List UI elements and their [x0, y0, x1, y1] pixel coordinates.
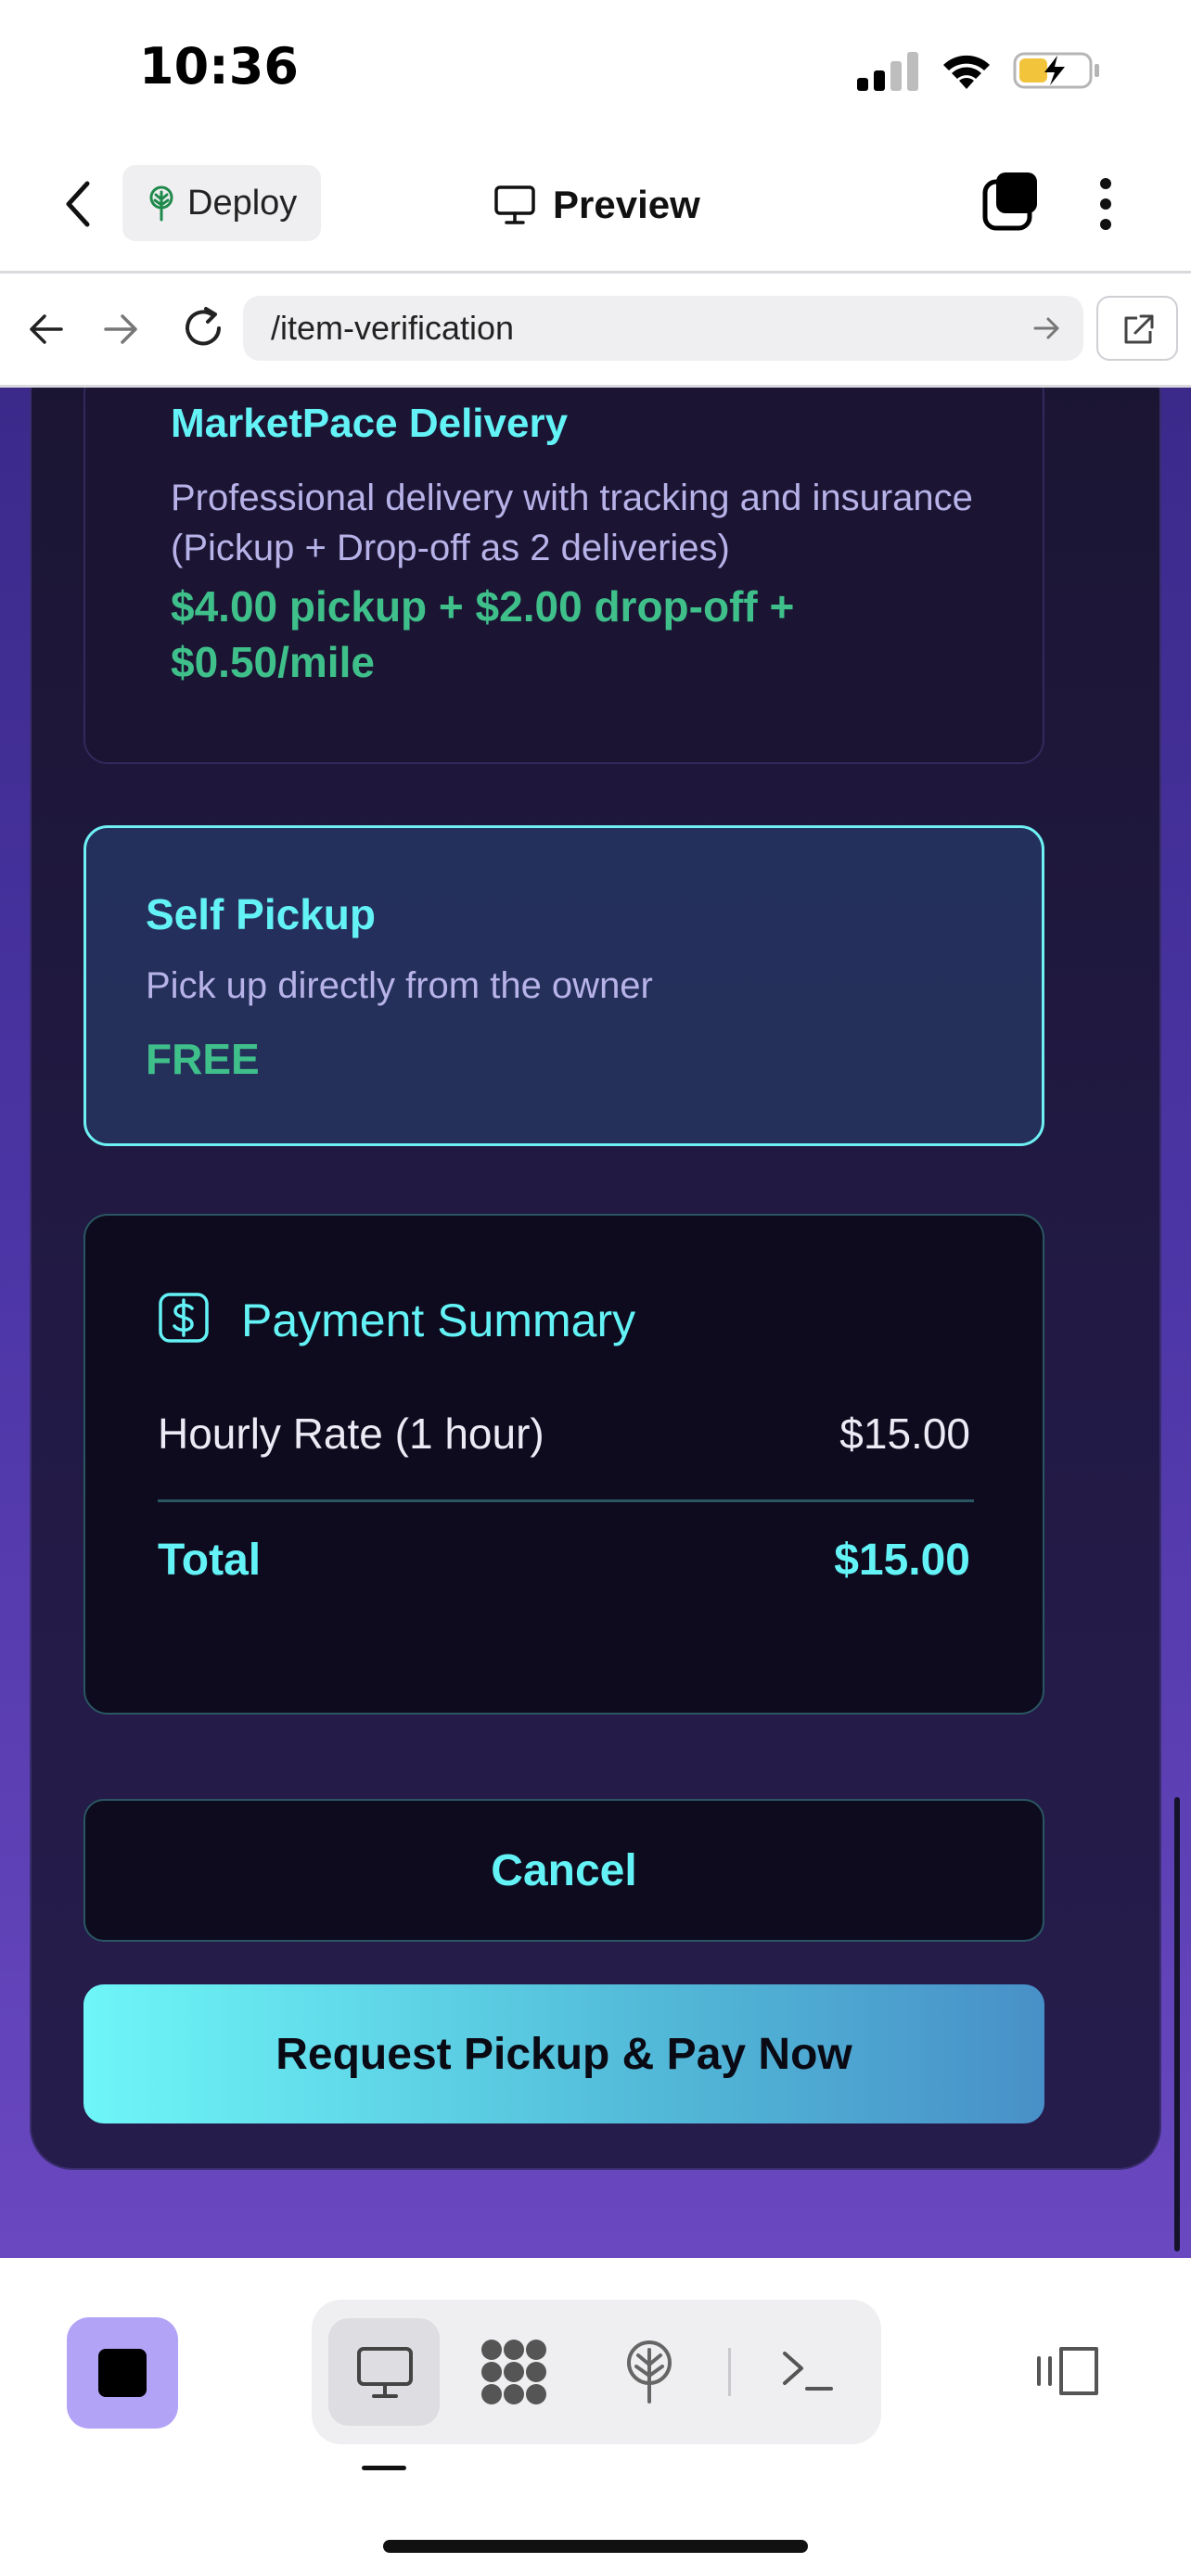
open-external-button[interactable]: [1096, 296, 1178, 361]
deploy-button[interactable]: Deploy: [122, 165, 321, 241]
deploy-icon[interactable]: [623, 2339, 675, 2405]
cancel-label: Cancel: [491, 1845, 637, 1895]
active-tab-indicator: [362, 2466, 406, 2470]
more-options-icon[interactable]: [1087, 174, 1124, 234]
arrow-left-icon[interactable]: [24, 309, 67, 350]
delivery-option-self-pickup[interactable]: Self Pickup Pick up directly from the ow…: [83, 825, 1044, 1146]
summary-divider: [158, 1499, 974, 1502]
tabs-icon[interactable]: [981, 171, 1039, 232]
bottom-toolbar: [0, 2258, 1191, 2576]
stop-icon: [98, 2349, 147, 2397]
battery-charging-icon: [1013, 52, 1099, 89]
deploy-tree-icon: [149, 185, 173, 222]
monitor-icon: [357, 2347, 413, 2398]
dollar-sign-icon: [159, 1293, 209, 1343]
line-item-amount: $15.00: [839, 1409, 970, 1458]
desktop-view-tab[interactable]: [328, 2318, 440, 2426]
option-price: $4.00 pickup + $2.00 drop-off + $0.50/mi…: [171, 582, 795, 686]
total-label: Total: [158, 1536, 262, 1585]
reload-icon[interactable]: [178, 303, 228, 353]
status-bar: 10:36: [0, 0, 1191, 139]
delivery-option-marketpace[interactable]: MarketPace Delivery Professional deliver…: [83, 388, 1044, 764]
go-arrow-icon[interactable]: [1031, 314, 1063, 342]
total-amount: $15.00: [834, 1536, 970, 1585]
submit-label: Request Pickup & Pay Now: [275, 2029, 852, 2079]
wifi-icon: [943, 55, 990, 89]
deploy-label: Deploy: [187, 183, 298, 223]
option-title: MarketPace Delivery: [171, 401, 569, 446]
line-item-label: Hourly Rate (1 hour): [158, 1409, 544, 1458]
stop-button[interactable]: [67, 2317, 178, 2429]
chevron-left-icon[interactable]: [58, 176, 98, 232]
preview-label: Preview: [553, 183, 700, 226]
grid-blocks-icon[interactable]: [479, 2337, 549, 2407]
external-link-icon: [1124, 314, 1154, 344]
app-toolbar: Deploy Preview: [0, 139, 1191, 274]
option-price: FREE: [146, 1035, 260, 1083]
cancel-button[interactable]: Cancel: [83, 1799, 1044, 1942]
option-description: Pick up directly from the owner: [146, 965, 653, 1006]
terminal-icon[interactable]: [779, 2348, 835, 2394]
arrow-right-icon[interactable]: [100, 309, 143, 350]
payment-summary-card: Payment Summary Hourly Rate (1 hour) $15…: [83, 1214, 1044, 1715]
sidebar-toggle-icon[interactable]: [1035, 2341, 1102, 2401]
page-scrollbar[interactable]: [1174, 1797, 1180, 2251]
browser-url-bar: /item-verification: [0, 274, 1191, 388]
cellular-signal-icon: [857, 52, 918, 91]
monitor-icon: [494, 185, 535, 224]
web-viewport: MarketPace Delivery Professional deliver…: [0, 388, 1191, 2258]
status-time: 10:36: [139, 37, 299, 96]
url-text[interactable]: /item-verification: [271, 309, 514, 348]
request-pickup-pay-button[interactable]: Request Pickup & Pay Now: [83, 1984, 1044, 2123]
option-description: Professional delivery with tracking and …: [171, 478, 973, 568]
preview-title[interactable]: Preview: [493, 171, 700, 239]
view-switcher: [312, 2300, 881, 2444]
option-title: Self Pickup: [146, 890, 376, 938]
url-input[interactable]: /item-verification: [243, 296, 1083, 361]
segment-divider: [728, 2348, 731, 2396]
home-indicator: [383, 2540, 808, 2553]
payment-summary-title: Payment Summary: [241, 1294, 636, 1346]
